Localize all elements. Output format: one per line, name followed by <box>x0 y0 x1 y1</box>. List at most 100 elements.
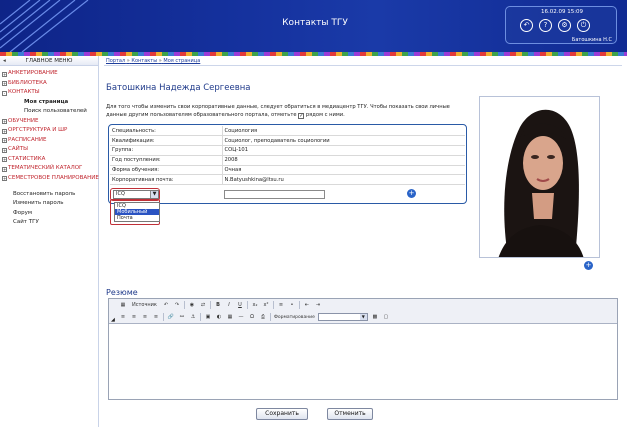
breadcrumb-separator: » <box>126 58 130 64</box>
expand-icon[interactable]: + <box>2 176 7 181</box>
toolbar-collapse-icon[interactable]: ◢ <box>111 317 115 323</box>
sidebar-section[interactable]: + БИБЛИОТЕКА <box>0 79 98 89</box>
contact-value-input[interactable] <box>224 190 325 199</box>
sidebar-item-active[interactable]: Моя страница <box>0 98 98 108</box>
field-label: Квалификация: <box>110 135 223 147</box>
subscript-icon[interactable]: x₂ <box>251 301 259 309</box>
profile-name: Батошкина Надежда Сергеевна <box>106 83 251 93</box>
bullet-list-icon[interactable]: • <box>288 301 296 309</box>
toolbar-separator <box>183 301 185 309</box>
expand-icon[interactable]: + <box>2 166 7 172</box>
contact-type-dropdown: ICQ Мобильный Почта <box>110 199 160 225</box>
sidebar-section[interactable]: + ТЕМАТИЧЕСКИЙ КАТАЛОГ <box>0 164 98 174</box>
format-select[interactable]: ▼ <box>317 313 368 321</box>
sidebar-section[interactable]: + СТАТИСТИКА <box>0 155 98 165</box>
plus-circle-icon[interactable]: + <box>584 261 593 270</box>
outdent-icon[interactable]: ⇤ <box>303 301 311 309</box>
redo-icon[interactable]: ↷ <box>173 301 181 309</box>
source-button[interactable]: Источник <box>130 302 159 308</box>
justify-icon[interactable]: ≡ <box>152 313 160 321</box>
special-char-icon[interactable]: Ω <box>248 313 256 321</box>
sidebar-item-label: Моя страница <box>24 98 69 105</box>
table-icon[interactable]: ▦ <box>226 313 234 321</box>
cancel-button[interactable]: Отменить <box>327 408 373 420</box>
profile-photo <box>479 96 600 258</box>
field-label: Группа: <box>110 145 223 156</box>
settings-icon[interactable]: ⚙ <box>558 19 571 32</box>
sidebar-section[interactable]: + ОРГСТРУКТУРА И ШР <box>0 126 98 136</box>
field-label: Год поступления: <box>110 155 223 166</box>
checkbox-icon: ✓ <box>298 113 305 119</box>
horizontal-rule-icon[interactable]: — <box>237 313 245 321</box>
sidebar-section[interactable]: - КОНТАКТЫ <box>0 88 98 98</box>
align-left-icon[interactable]: ≡ <box>119 313 127 321</box>
breadcrumb: Портал » Контакты » Моя страница <box>106 58 200 64</box>
expand-icon[interactable]: + <box>2 71 7 77</box>
sidebar-section[interactable]: + САЙТЫ <box>0 145 98 155</box>
sidebar-section[interactable]: + РАСПИСАНИЕ <box>0 136 98 146</box>
table-row: Квалификация: Социолог, преподаватель соц… <box>110 135 465 147</box>
dropdown-options: ICQ Мобильный Почта <box>114 202 160 222</box>
image-icon[interactable]: ▣ <box>204 313 212 321</box>
bold-icon[interactable]: B <box>214 301 222 309</box>
table-row: Форма обучения: Очная <box>110 165 465 176</box>
expand-icon[interactable]: + <box>2 128 7 134</box>
sidebar-link[interactable]: Изменить пароль <box>0 199 98 209</box>
resume-editor[interactable]: ▦ Источник ↶ ↷ ◉ ⇄ B I U x₂ x² ≡ • ⇤ ⇥ ≡… <box>108 298 618 400</box>
expand-icon[interactable]: + <box>2 138 7 143</box>
sidebar-item[interactable]: Поиск пользователей <box>0 107 98 117</box>
source-icon[interactable]: ▦ <box>119 301 127 309</box>
back-icon[interactable]: ↶ <box>520 19 533 32</box>
chevron-down-icon[interactable]: ▼ <box>359 314 367 320</box>
collapse-icon[interactable]: - <box>2 90 7 96</box>
color-icon[interactable]: ▩ <box>371 313 379 321</box>
expand-icon[interactable]: + <box>2 157 7 162</box>
collapse-arrow-icon[interactable]: ◂ <box>3 56 6 66</box>
resume-text-area[interactable] <box>109 324 617 399</box>
sidebar-item-label: Поиск пользователей <box>24 108 87 114</box>
numbered-list-icon[interactable]: ≡ <box>277 301 285 309</box>
sidebar-item-label: Форум <box>13 209 32 216</box>
sidebar-link[interactable]: Восстановить пароль <box>0 190 98 200</box>
anchor-icon[interactable]: ⚓ <box>189 313 197 321</box>
expand-icon[interactable]: + <box>2 81 7 86</box>
table-row: Группа: СОЦ-101 <box>110 145 465 156</box>
sidebar-section[interactable]: + АНКЕТИРОВАНИЕ <box>0 69 98 79</box>
sidebar-link[interactable]: Форум <box>0 209 98 219</box>
plus-circle-icon[interactable]: + <box>407 189 416 198</box>
table-row: Год поступления: 2008 <box>110 155 465 166</box>
dropdown-option[interactable]: Почта <box>115 215 159 221</box>
flash-icon[interactable]: ◐ <box>215 313 223 321</box>
note-text-end: рядом с ними. <box>305 112 345 118</box>
find-icon[interactable]: ◉ <box>188 301 196 309</box>
align-right-icon[interactable]: ≡ <box>141 313 149 321</box>
toolbar-separator <box>209 301 211 309</box>
toolbar-separator <box>272 301 274 309</box>
help-icon[interactable]: ? <box>539 19 552 32</box>
sidebar-section[interactable]: + СЕМЕСТРОВОЕ ПЛАНИРОВАНИЕ <box>0 174 99 190</box>
sidebar-link[interactable]: Сайт ТГУ <box>0 218 98 228</box>
save-button[interactable]: Сохранить <box>256 408 308 420</box>
unlink-icon[interactable]: ⚯ <box>178 313 186 321</box>
undo-icon[interactable]: ↶ <box>162 301 170 309</box>
expand-icon[interactable]: + <box>2 147 7 153</box>
datetime: 16.02.09 15:09 <box>540 9 584 15</box>
field-value: N.Batyushkina@ltsu.ru <box>222 174 465 186</box>
replace-icon[interactable]: ⇄ <box>199 301 207 309</box>
underline-icon[interactable]: U <box>236 301 244 309</box>
power-icon[interactable]: ⏻ <box>577 19 590 32</box>
breadcrumb-link[interactable]: Портал <box>106 58 125 64</box>
sidebar-section[interactable]: + ОБУЧЕНИЕ <box>0 117 98 127</box>
print-icon[interactable]: ⎙ <box>259 313 267 321</box>
breadcrumb-link[interactable]: Контакты <box>131 58 157 64</box>
italic-icon[interactable]: I <box>225 301 233 309</box>
superscript-icon[interactable]: x² <box>262 301 270 309</box>
align-center-icon[interactable]: ≡ <box>130 313 138 321</box>
expand-icon[interactable]: + <box>2 119 7 124</box>
contact-row: ICQ ▼ + <box>110 189 465 201</box>
maximize-icon[interactable]: ▢ <box>382 313 390 321</box>
indent-icon[interactable]: ⇥ <box>314 301 322 309</box>
link-icon[interactable]: 🔗 <box>167 313 175 321</box>
logo-stripes <box>0 0 89 52</box>
breadcrumb-link[interactable]: Моя страница <box>163 58 200 64</box>
